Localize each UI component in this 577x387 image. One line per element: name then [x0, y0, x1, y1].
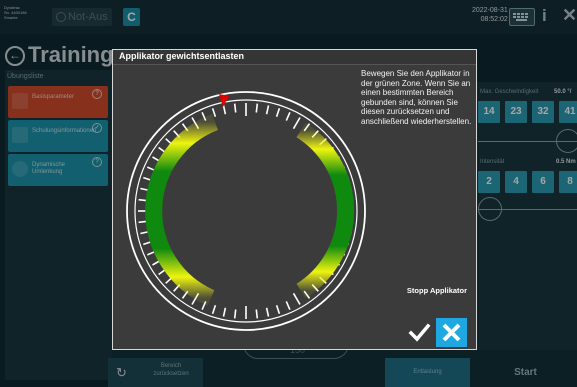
gauge-tick	[292, 292, 301, 305]
gauge-tick	[211, 108, 217, 118]
gauge-tick	[222, 307, 227, 317]
gauge-tick	[233, 309, 237, 319]
gauge-tick	[285, 111, 291, 121]
applicator-position-gauge	[126, 91, 366, 331]
gauge-tick	[211, 304, 217, 314]
gauge-tick	[275, 304, 281, 314]
gauge-outer-ring	[126, 91, 366, 331]
cancel-button[interactable]	[436, 318, 467, 347]
gauge-tick	[233, 103, 237, 113]
gauge-tick	[265, 307, 270, 317]
position-marker-icon	[219, 94, 229, 107]
gauge-tick	[255, 103, 259, 113]
gauge-tick	[275, 108, 281, 118]
gauge-tick	[285, 301, 291, 311]
close-icon	[442, 323, 461, 342]
gauge-tick	[255, 309, 259, 319]
checkmark-icon	[408, 323, 431, 342]
confirm-button[interactable]	[405, 318, 434, 347]
dialog-instructions: Bewegen Sie den Applikator in der grünen…	[361, 69, 472, 126]
gauge-tick	[292, 117, 301, 130]
stopp-applikator-label: Stopp Applikator	[406, 286, 468, 295]
green-zone-right	[296, 122, 355, 299]
dialog-title: Applikator gewichtsentlasten	[119, 51, 245, 61]
gauge-tick	[222, 105, 227, 115]
gauge-tick	[265, 105, 270, 115]
gauge-inner-ring	[134, 99, 358, 323]
